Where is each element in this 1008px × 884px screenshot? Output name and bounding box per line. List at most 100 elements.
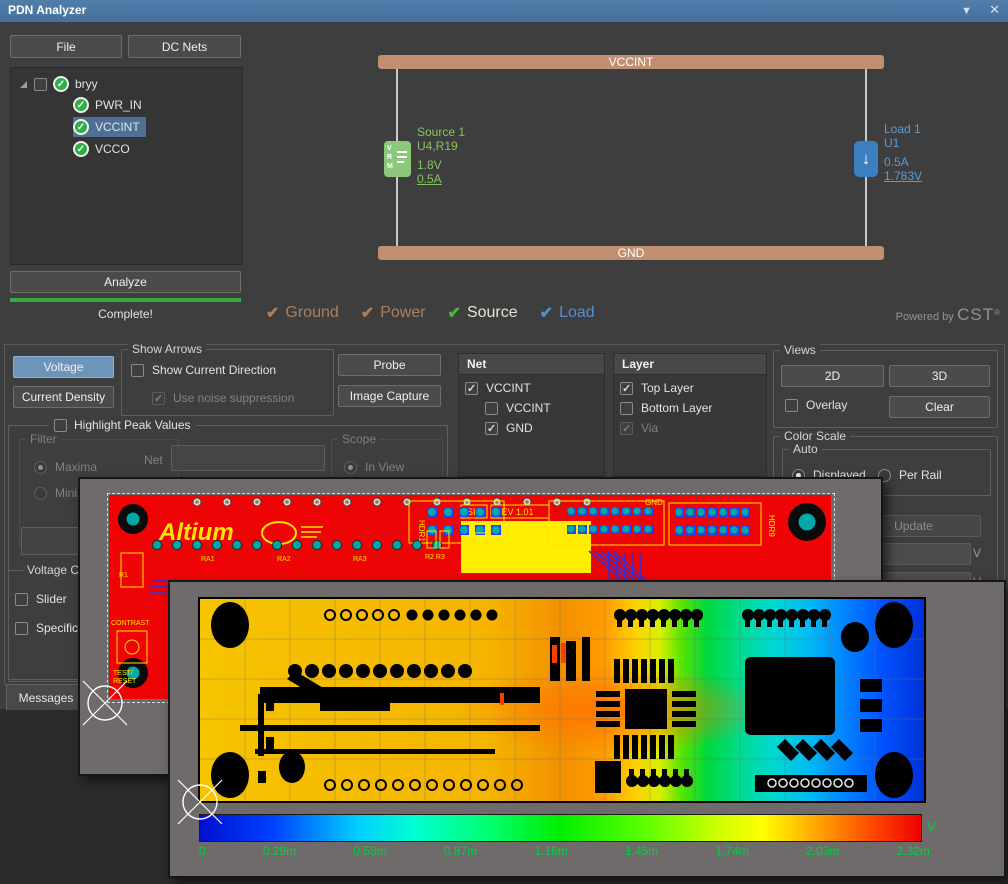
net-filter-input[interactable] (171, 445, 325, 471)
voltage-color-scale (199, 814, 922, 842)
in-view-row: In View (344, 460, 404, 474)
vrm-bars-icon (397, 151, 407, 163)
tree-item-label[interactable]: PWR_IN (95, 98, 142, 112)
load-voltage[interactable]: 1.783V (884, 169, 922, 183)
probe-button[interactable]: Probe (338, 354, 441, 376)
check-icon: ✔ (361, 303, 374, 323)
bottom-layer-checkbox[interactable] (620, 402, 633, 415)
svg-text:RA3: RA3 (353, 556, 367, 563)
source-title[interactable]: Source 1 (417, 125, 465, 139)
clear-button[interactable]: Clear (889, 396, 990, 418)
net-vccint-checkbox[interactable] (465, 382, 478, 395)
scale-unit-label: V (927, 819, 936, 834)
legend-load: ✔Load (540, 303, 595, 323)
net-field-label: Net (144, 453, 163, 467)
views-group: Views 2D 3D Overlay Clear (773, 350, 998, 428)
svg-text:RA1: RA1 (201, 556, 215, 563)
show-current-direction-row[interactable]: Show Current Direction (131, 363, 276, 377)
tree-row-vcco[interactable]: ✓ VCCO (73, 139, 130, 159)
tree-row-vccint-selected[interactable]: ✓ VCCINT (73, 117, 146, 137)
voltage-heatmap-board[interactable] (198, 597, 926, 803)
check-circle-icon: ✓ (73, 141, 89, 157)
load-title[interactable]: Load 1 (884, 122, 922, 136)
net-vccint-sub-checkbox[interactable] (485, 402, 498, 415)
check-icon: ✔ (266, 303, 279, 323)
window-title: PDN Analyzer (8, 3, 86, 17)
expand-arrow-icon[interactable] (19, 80, 28, 89)
overlay-row[interactable]: Overlay (785, 398, 847, 412)
specific-values-checkbox[interactable] (15, 622, 28, 635)
use-noise-suppression-checkbox (152, 392, 165, 405)
layer-list-group: Layer Top Layer Bottom Layer Via (613, 353, 767, 477)
svg-text:RA2: RA2 (277, 556, 291, 563)
source-voltage[interactable]: 1.8V (417, 158, 465, 172)
scale-tick-labels: 00.29m 0.58m0.87m 1.16m1.45m 1.74m2.03m … (199, 844, 930, 858)
per-rail-row[interactable]: Per Rail (878, 468, 942, 482)
via-checkbox (620, 422, 633, 435)
view-2d-button[interactable]: 2D (781, 365, 884, 387)
tree-row-root[interactable]: ✓ bryy (19, 74, 98, 94)
tree-item-label[interactable]: VCCO (95, 142, 130, 156)
gnd-silkscreen: GND (645, 498, 663, 507)
load-refs[interactable]: U1 (884, 136, 922, 150)
highlight-peak-checkbox[interactable] (54, 419, 67, 432)
net-row-vccint[interactable]: VCCINT (465, 381, 531, 395)
svg-text:R2 R3: R2 R3 (425, 554, 445, 561)
check-icon: ✔ (540, 303, 553, 323)
image-capture-button[interactable]: Image Capture (338, 385, 441, 407)
net-gnd-checkbox[interactable] (485, 422, 498, 435)
layer-row-top[interactable]: Top Layer (620, 381, 694, 395)
maxima-radio (34, 461, 47, 474)
tree-root-label[interactable]: bryy (75, 77, 98, 91)
tab-messages[interactable]: Messages (6, 684, 86, 710)
ground-rail-gnd[interactable]: GND (378, 246, 884, 260)
maxima-row: Maxima (34, 460, 97, 474)
top-layer-checkbox[interactable] (620, 382, 633, 395)
check-circle-icon: ✓ (53, 76, 69, 92)
show-current-direction-checkbox[interactable] (131, 364, 144, 377)
close-icon[interactable]: ✕ (989, 2, 1000, 17)
show-arrows-group: Show Arrows Show Current Direction Use n… (121, 349, 334, 416)
svg-text:HDR1: HDR1 (417, 520, 426, 542)
slider-row[interactable]: Slider (15, 592, 67, 606)
power-rail-vccint[interactable]: VCCINT (378, 55, 884, 69)
powered-by-cst: Powered by CST® (830, 305, 1000, 325)
svg-text:S1: S1 (481, 554, 490, 561)
source-labels: Source 1 U4,R19 1.8V 0.5A (417, 125, 465, 186)
slider-checkbox[interactable] (15, 593, 28, 606)
source-refs[interactable]: U4,R19 (417, 139, 465, 153)
pcb-window-voltage-map[interactable]: V 00.29m 0.58m0.87m 1.16m1.45m 1.74m2.03… (168, 580, 1006, 878)
check-icon: ✔ (448, 303, 461, 323)
overlay-checkbox[interactable] (785, 399, 798, 412)
down-arrow-icon: ↓ (862, 149, 871, 169)
origin-marker-icon (172, 774, 228, 830)
analyze-status: Complete! (10, 307, 241, 321)
legend-power: ✔Power (361, 303, 426, 323)
tree-row-pwr-in[interactable]: ✓ PWR_IN (73, 95, 142, 115)
status-legend: ✔Ground ✔Power ✔Source ✔Load (266, 303, 595, 323)
load-current[interactable]: 0.5A (884, 155, 922, 169)
file-button[interactable]: File (10, 35, 122, 58)
voltage-mode-button[interactable]: Voltage (13, 356, 114, 378)
tree-item-label[interactable]: VCCINT (95, 120, 140, 134)
root-checkbox[interactable] (34, 78, 47, 91)
svg-text:R1: R1 (119, 572, 128, 579)
legend-ground: ✔Ground (266, 303, 339, 323)
origin-marker-icon (77, 675, 133, 731)
layer-row-bottom[interactable]: Bottom Layer (620, 401, 712, 415)
in-view-radio (344, 461, 357, 474)
analyze-button[interactable]: Analyze (10, 271, 241, 293)
window-menu-icon[interactable]: ▼ (961, 5, 972, 17)
source-current[interactable]: 0.5A (417, 172, 465, 186)
net-row-gnd[interactable]: GND (485, 421, 533, 435)
dc-nets-button[interactable]: DC Nets (128, 35, 241, 58)
view-3d-button[interactable]: 3D (889, 365, 990, 387)
scale-max-unit: V (973, 546, 981, 560)
current-density-mode-button[interactable]: Current Density (13, 386, 114, 408)
load-labels: Load 1 U1 0.5A 1.783V (884, 122, 922, 183)
net-row-vccint-sub[interactable]: VCCINT (485, 401, 551, 415)
net-tree: ✓ bryy ✓ PWR_IN ✓ VCCINT ✓ VCCO (10, 67, 243, 265)
load-icon[interactable]: ↓ (854, 141, 878, 177)
vrm-source-icon[interactable]: VRM (384, 141, 411, 177)
highlight-peak-header[interactable]: Highlight Peak Values (49, 418, 196, 432)
